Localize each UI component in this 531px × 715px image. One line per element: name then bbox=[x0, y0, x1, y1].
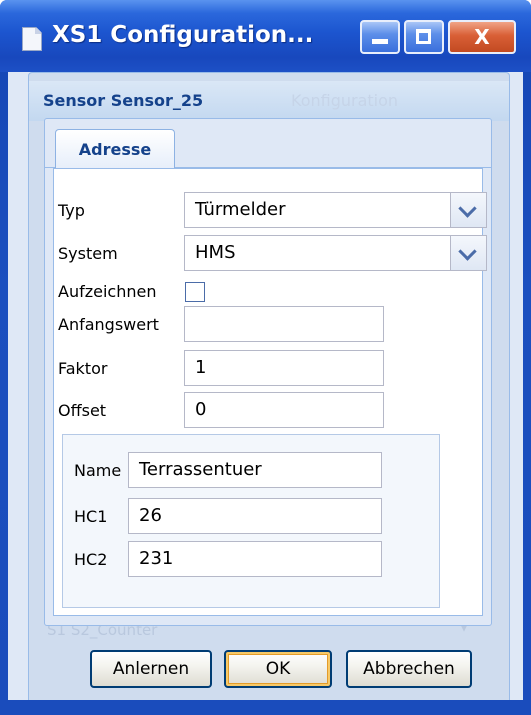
window-bottom-border bbox=[0, 700, 531, 715]
document-icon bbox=[22, 27, 42, 51]
maximize-icon bbox=[416, 29, 431, 44]
tab-strip: Adresse bbox=[45, 119, 491, 169]
ok-button[interactable]: OK bbox=[224, 650, 332, 688]
system-value: HMS bbox=[195, 242, 236, 263]
offset-value: 0 bbox=[195, 399, 207, 420]
offset-input[interactable]: 0 bbox=[184, 392, 384, 428]
hc1-input[interactable]: 26 bbox=[128, 498, 382, 534]
title-bar[interactable]: XS1 Configuration... X bbox=[0, 0, 531, 72]
system-label: System bbox=[58, 244, 118, 263]
tab-adresse[interactable]: Adresse bbox=[55, 129, 175, 169]
aufzeichnen-label: Aufzeichnen bbox=[58, 282, 157, 301]
tab-konfiguration[interactable]: Konfiguration bbox=[291, 91, 398, 110]
name-value: Terrassentuer bbox=[139, 459, 262, 480]
maximize-button[interactable] bbox=[404, 20, 444, 54]
panel-header: Sensor Sensor_25 Konfiguration bbox=[29, 81, 509, 121]
system-combobox[interactable]: HMS bbox=[184, 235, 487, 271]
anlernen-button[interactable]: Anlernen bbox=[90, 650, 212, 688]
chevron-down-icon bbox=[458, 242, 477, 261]
typ-dropdown-button[interactable] bbox=[450, 193, 486, 227]
window-title: XS1 Configuration... bbox=[52, 22, 314, 48]
hc2-input[interactable]: 231 bbox=[128, 541, 382, 577]
faktor-value: 1 bbox=[195, 357, 207, 378]
typ-value: Türmelder bbox=[195, 199, 286, 220]
hc2-value: 231 bbox=[139, 548, 174, 569]
typ-label: Typ bbox=[58, 201, 85, 220]
name-label: Name bbox=[74, 461, 122, 480]
minimize-button[interactable] bbox=[360, 20, 400, 54]
faktor-label: Faktor bbox=[58, 359, 108, 378]
panel-title: Sensor Sensor_25 bbox=[43, 91, 204, 110]
aufzeichnen-checkbox[interactable] bbox=[185, 282, 205, 302]
chevron-down-icon bbox=[458, 199, 477, 218]
close-button[interactable]: X bbox=[448, 20, 516, 54]
system-dropdown-button[interactable] bbox=[450, 236, 486, 270]
name-input[interactable]: Terrassentuer bbox=[128, 452, 382, 488]
anfangswert-input[interactable] bbox=[184, 306, 384, 342]
typ-combobox[interactable]: Türmelder bbox=[184, 192, 487, 228]
faktor-input[interactable]: 1 bbox=[184, 350, 384, 386]
offset-label: Offset bbox=[58, 401, 107, 420]
abbrechen-button[interactable]: Abbrechen bbox=[346, 650, 472, 688]
anfangswert-label: Anfangswert bbox=[58, 315, 159, 334]
hc2-label: HC2 bbox=[74, 550, 108, 569]
minimize-icon bbox=[372, 39, 388, 44]
hc1-value: 26 bbox=[139, 505, 162, 526]
close-icon: X bbox=[474, 25, 490, 49]
hc1-label: HC1 bbox=[74, 507, 108, 526]
window-frame: XS1 Configuration... X Sensor Sensor_25 … bbox=[0, 0, 531, 715]
